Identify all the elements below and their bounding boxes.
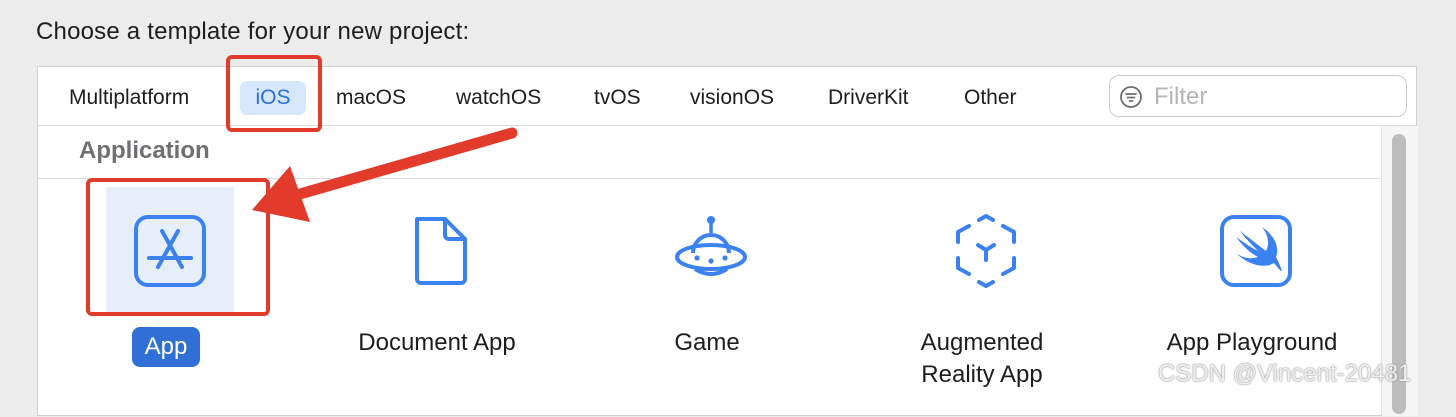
template-document-app[interactable]: Document App: [337, 187, 537, 417]
platform-tabbar: Multiplatform iOS macOS watchOS tvOS vis…: [38, 67, 1416, 126]
template-icon-box: [647, 187, 775, 315]
tab-multiplatform[interactable]: Multiplatform: [69, 81, 189, 115]
watermark: CSDN @Vincent-20481: [1158, 360, 1412, 387]
template-icon-box: [922, 187, 1050, 315]
tab-tvos[interactable]: tvOS: [594, 81, 641, 115]
template-icon-box: [377, 187, 505, 315]
tab-macos[interactable]: macOS: [336, 81, 406, 115]
template-icon-box: [1192, 187, 1320, 315]
template-label: App Playground: [1166, 329, 1338, 356]
document-icon: [415, 217, 467, 285]
template-game[interactable]: Game: [607, 187, 807, 417]
ufo-icon: [675, 216, 747, 276]
app-store-icon: [134, 215, 206, 287]
section-title: Application: [79, 137, 210, 164]
section-header: Application: [38, 126, 1380, 179]
tab-ios[interactable]: iOS: [240, 81, 306, 115]
filter-icon: [1120, 86, 1142, 108]
tab-other[interactable]: Other: [964, 81, 1017, 115]
filter-field[interactable]: [1109, 75, 1407, 117]
template-augmented-reality-app[interactable]: Augmented Reality App: [882, 187, 1082, 417]
template-app[interactable]: App: [66, 187, 266, 417]
template-label-text: App: [131, 327, 201, 367]
dialog-prompt: Choose a template for your new project:: [36, 18, 470, 45]
tab-driverkit[interactable]: DriverKit: [828, 81, 909, 115]
template-label: Document App: [358, 329, 516, 356]
filter-input[interactable]: [1152, 80, 1396, 114]
ar-cube-icon: [956, 214, 1016, 288]
tab-watchos[interactable]: watchOS: [456, 81, 541, 115]
tab-visionos[interactable]: visionOS: [690, 81, 774, 115]
template-icon-box: [106, 187, 234, 315]
template-label: App: [66, 327, 266, 367]
template-label: Augmented Reality App: [920, 329, 1044, 388]
swift-icon: [1220, 215, 1292, 287]
template-label: Game: [674, 329, 740, 356]
